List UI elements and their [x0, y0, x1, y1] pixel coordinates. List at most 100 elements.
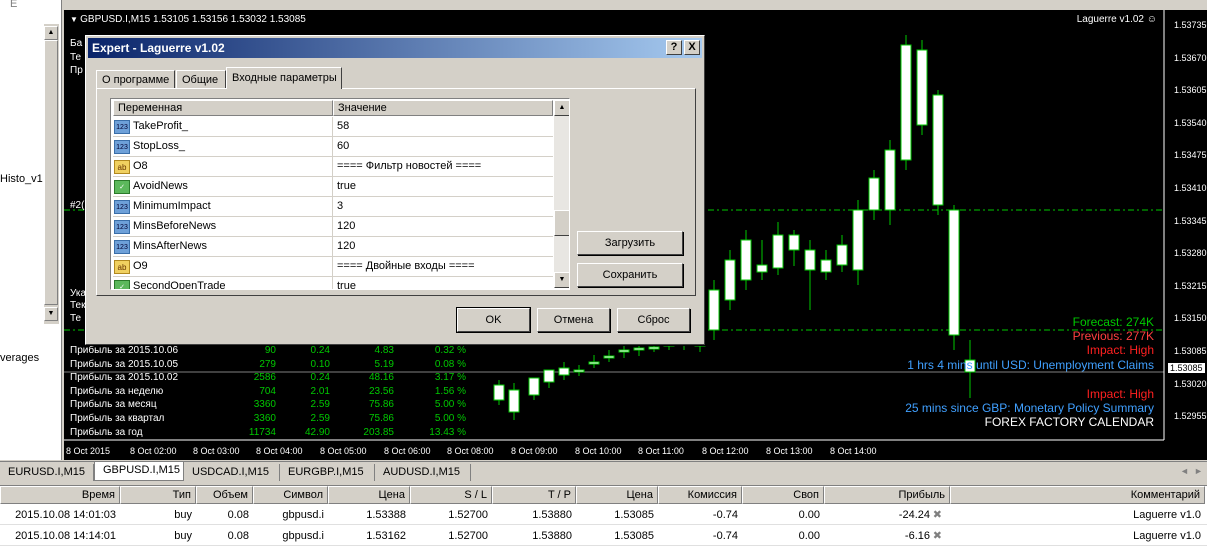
candle-body: [708, 289, 720, 331]
col-header[interactable]: Тип: [120, 486, 196, 504]
close-button[interactable]: X: [684, 40, 700, 55]
candle-body: [932, 94, 944, 206]
col-header[interactable]: Своп: [742, 486, 824, 504]
y-tick-label: 1.53215: [1174, 280, 1207, 291]
candle-body: [948, 209, 960, 336]
candle-body: [868, 177, 880, 211]
profit-value: 3.17 %: [434, 372, 466, 384]
trade-cell: buy: [174, 509, 192, 521]
scroll-up-icon[interactable]: ▲: [554, 100, 569, 116]
trade-cell: 1.53162: [366, 530, 406, 542]
param-value[interactable]: 120: [337, 240, 355, 252]
param-value[interactable]: true: [337, 280, 356, 289]
param-value[interactable]: ==== Двойные входы ====: [337, 260, 475, 272]
col-variable[interactable]: Переменная: [113, 100, 333, 116]
help-button[interactable]: ?: [666, 40, 682, 55]
tab-scroll-right-icon[interactable]: ►: [1194, 466, 1203, 476]
cancel-button[interactable]: Отмена: [537, 308, 610, 332]
tab-about[interactable]: О программе: [96, 70, 175, 89]
candle-body: [804, 249, 816, 271]
param-row[interactable]: ✓ AvoidNews true: [113, 177, 553, 197]
inputs-panel: Переменная Значение 123 TakeProfit_ 58 12…: [96, 88, 696, 296]
param-name: O9: [133, 260, 148, 272]
param-row[interactable]: 123 MinsAfterNews 120: [113, 237, 553, 257]
cell-divider: [332, 137, 333, 157]
reset-button[interactable]: Сброс: [617, 308, 690, 332]
param-value[interactable]: true: [337, 180, 356, 192]
navigator-item-averages[interactable]: verages: [0, 352, 39, 364]
trade-row[interactable]: 2015.10.08 14:01:03 buy 0.08 gbpusd.i 1.5338…: [0, 505, 1207, 525]
close-order-icon[interactable]: ✖: [928, 505, 946, 525]
col-header[interactable]: Прибыль: [824, 486, 950, 504]
scroll-down-icon[interactable]: ▼: [44, 307, 58, 321]
param-row[interactable]: 123 MinsBeforeNews 120: [113, 217, 553, 237]
col-value[interactable]: Значение: [333, 100, 553, 116]
candle-body: [820, 259, 832, 273]
y-tick-label: 1.53475: [1174, 150, 1207, 161]
param-value[interactable]: 120: [337, 220, 355, 232]
param-row[interactable]: 123 TakeProfit_ 58: [113, 117, 553, 137]
dialog-title-bar[interactable]: Expert - Laguerre v1.02 ? X: [88, 38, 702, 58]
param-row[interactable]: ab O9 ==== Двойные входы ====: [113, 257, 553, 277]
chart-tab[interactable]: AUDUSD.I,M15: [375, 464, 471, 481]
navigator-scroll-thumb[interactable]: [44, 40, 58, 305]
col-header[interactable]: Комментарий: [950, 486, 1205, 504]
profit-value: 13.43 %: [429, 426, 466, 438]
scroll-down-icon[interactable]: ▼: [554, 272, 569, 288]
close-order-icon[interactable]: ✖: [928, 526, 946, 546]
param-name: MinsBeforeNews: [133, 220, 217, 232]
candle-body: [543, 369, 555, 383]
info-fragment-6: Те: [70, 313, 82, 324]
news-impact-1: Impact: High: [1086, 343, 1154, 357]
trade-cell: gbpusd.i: [282, 530, 324, 542]
col-header[interactable]: Символ: [253, 486, 328, 504]
profit-row: Прибыль за год 11734 42.90 203.85 13.43 …: [70, 427, 470, 440]
profit-value: 0.24: [310, 345, 330, 356]
col-header[interactable]: T / P: [492, 486, 576, 504]
param-row[interactable]: ab O8 ==== Фильтр новостей ====: [113, 157, 553, 177]
cell-divider: [332, 237, 333, 257]
col-header[interactable]: S / L: [410, 486, 492, 504]
col-header[interactable]: Время: [0, 486, 120, 504]
param-row[interactable]: 123 StopLoss_ 60: [113, 137, 553, 157]
param-value[interactable]: ==== Фильтр новостей ====: [337, 160, 481, 172]
profit-value: 11734: [248, 426, 276, 438]
trade-row[interactable]: 2015.10.08 14:14:01 buy 0.08 gbpusd.i 1.5316…: [0, 526, 1207, 546]
col-header[interactable]: Комиссия: [658, 486, 742, 504]
tab-scroll-left-icon[interactable]: ◄: [1180, 466, 1189, 476]
candle-body: [573, 369, 585, 373]
scroll-up-icon[interactable]: ▲: [44, 26, 58, 40]
trade-cell: 0.00: [798, 530, 820, 542]
params-scrollbar[interactable]: ▲ ▼: [554, 100, 569, 288]
tab-common[interactable]: Общие: [176, 70, 226, 89]
trade-cell: 1.53085: [614, 509, 654, 521]
chart-tab[interactable]: EURUSD.I,M15: [0, 464, 94, 481]
col-header[interactable]: Объем: [196, 486, 253, 504]
profit-label: Прибыль за квартал: [70, 413, 165, 424]
param-value[interactable]: 60: [337, 140, 349, 152]
candle-body: [648, 346, 660, 350]
param-value[interactable]: 3: [337, 200, 343, 212]
load-button[interactable]: Загрузить: [577, 231, 683, 255]
profit-value: 0.32 %: [434, 345, 466, 356]
trade-cell: Laguerre v1.0: [1133, 509, 1201, 521]
chart-tab[interactable]: EURGBP.I,M15: [280, 464, 375, 481]
col-header[interactable]: Цена: [576, 486, 658, 504]
col-header[interactable]: Цена: [328, 486, 410, 504]
profit-value: 48.16: [368, 372, 394, 384]
candle-body: [724, 259, 736, 301]
params-scroll-thumb[interactable]: [554, 210, 569, 236]
profit-row: Прибыль за 2015.10.02 2586 0.24 48.16 3.…: [70, 372, 470, 385]
profit-value: 2.59: [310, 399, 330, 411]
number-param-icon: 123: [114, 120, 130, 134]
param-value[interactable]: 58: [337, 120, 349, 132]
param-row[interactable]: 123 MinimumImpact 3: [113, 197, 553, 217]
cell-divider: [332, 257, 333, 277]
chart-tab[interactable]: GBPUSD.I,M15: [94, 462, 184, 481]
param-row[interactable]: ✓ SecondOpenTrade true: [113, 277, 553, 289]
save-button[interactable]: Сохранить: [577, 263, 683, 287]
tab-inputs[interactable]: Входные параметры: [226, 67, 342, 89]
chart-tab[interactable]: USDCAD.I,M15: [184, 464, 280, 481]
navigator-item-histo[interactable]: Histo_v1: [0, 173, 43, 185]
ok-button[interactable]: OK: [456, 307, 531, 333]
